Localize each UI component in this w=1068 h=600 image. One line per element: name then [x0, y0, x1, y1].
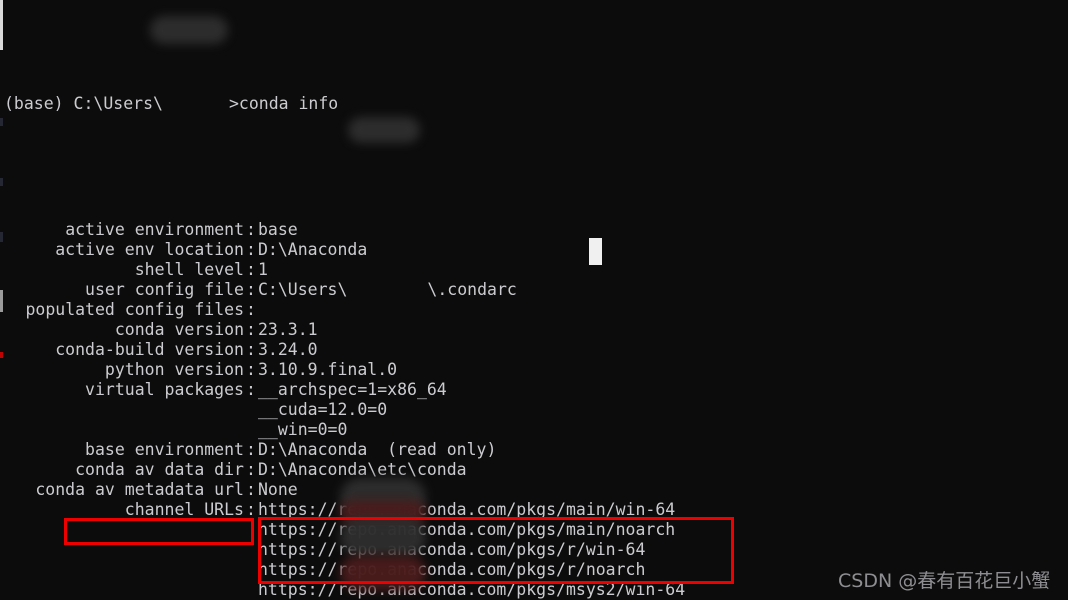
info-separator: : [246, 360, 256, 379]
window-edge-artifact [0, 178, 3, 186]
terminal-output: (base) C:\Users\ >conda info active envir… [4, 14, 1064, 600]
info-value: __win=0=0 [258, 420, 348, 439]
info-value: 1 [258, 260, 268, 279]
info-value: D:\Anaconda (read only) [258, 440, 497, 459]
info-label: active environment [65, 220, 244, 239]
info-row: user config file: C:\Users\ \.condarc [4, 280, 1064, 300]
info-label: active env location [55, 240, 244, 259]
terminal-window[interactable]: (base) C:\Users\ >conda info active envir… [0, 0, 1068, 600]
info-separator: : [246, 480, 256, 499]
info-label: base environment [85, 440, 244, 459]
info-label: channel URLs [124, 500, 244, 519]
conda-info-entries: active environment: base active env locati… [4, 220, 1064, 600]
info-separator: : [246, 240, 256, 259]
info-value: __archspec=1=x86_64 [258, 380, 447, 399]
info-label: user config file [85, 280, 244, 299]
info-label: conda-build version [55, 340, 244, 359]
info-label: virtual packages [85, 380, 244, 399]
info-value: 3.10.9.final.0 [258, 360, 398, 379]
info-row: active environment: base [4, 220, 1064, 240]
info-label: conda version [114, 320, 244, 339]
prompt-env: (base) [4, 94, 74, 113]
info-row-continuation: https://repo.anaconda.com/pkgs/r/win-64 [4, 540, 1064, 560]
info-row-continuation: __cuda=12.0=0 [4, 400, 1064, 420]
info-value: base [258, 220, 298, 239]
info-row: base environment: D:\Anaconda (read only) [4, 440, 1064, 460]
window-edge-artifact [0, 232, 3, 242]
info-row: conda-build version:3.24.0 [4, 340, 1064, 360]
info-separator: : [246, 260, 256, 279]
info-row: shell level:1 [4, 260, 1064, 280]
info-separator: : [246, 320, 256, 339]
window-edge-artifact [0, 0, 3, 50]
info-row: populated config files: [4, 300, 1064, 320]
info-separator: : [246, 300, 256, 319]
info-value: C:\Users\ [258, 280, 348, 299]
window-edge-artifact [0, 118, 3, 126]
info-value: 3.24.0 [258, 340, 318, 359]
info-row: virtual packages: __archspec=1=x86_64 [4, 380, 1064, 400]
info-value: D:\Anaconda [258, 240, 368, 259]
info-value: 23.3.1 [258, 320, 318, 339]
info-value: None [258, 480, 298, 499]
info-value: __cuda=12.0=0 [258, 400, 388, 419]
info-row-continuation: __win=0=0 [4, 420, 1064, 440]
info-value: https://repo.anaconda.com/pkgs/msys2/win… [258, 580, 686, 599]
info-value: https://repo.anaconda.com/pkgs/main/noar… [258, 520, 676, 539]
info-separator: : [246, 380, 256, 399]
info-separator: : [246, 500, 256, 519]
info-separator: : [246, 220, 256, 239]
info-row-continuation: https://repo.anaconda.com/pkgs/main/noar… [4, 520, 1064, 540]
info-value: https://repo.anaconda.com/pkgs/main/win-… [258, 500, 676, 519]
command-prompt-line: (base) C:\Users\ >conda info [4, 94, 1064, 114]
window-edge-artifact [0, 352, 3, 358]
info-row: conda av data dir: D:\Anaconda\etc\conda [4, 460, 1064, 480]
info-label: populated config files [25, 300, 244, 319]
info-value: https://repo.anaconda.com/pkgs/r/win-64 [258, 540, 646, 559]
info-value: https://repo.anaconda.com/pkgs/r/noarch [258, 560, 646, 579]
info-label: shell level [134, 260, 244, 279]
info-separator: : [246, 340, 256, 359]
prompt-command: conda info [238, 94, 339, 113]
info-separator: : [246, 460, 256, 479]
info-label: conda av data dir [75, 460, 244, 479]
info-row: python version:3.10.9.final.0 [4, 360, 1064, 380]
info-label: conda av metadata url [35, 480, 244, 499]
info-value: D:\Anaconda\etc\conda [258, 460, 467, 479]
csdn-watermark: CSDN @春有百花巨小蟹 [838, 570, 1051, 592]
info-separator: : [246, 280, 256, 299]
text-cursor [589, 238, 602, 265]
info-row: conda version:23.3.1 [4, 320, 1064, 340]
info-separator: : [246, 440, 256, 459]
prompt-path-suffix: > [228, 94, 239, 113]
info-row: channel URLs: https://repo.anaconda.com/p… [4, 500, 1064, 520]
info-label: python version [104, 360, 244, 379]
prompt-path-prefix: C:\Users\ [73, 94, 163, 113]
window-edge-artifact [0, 290, 3, 312]
info-row: conda av metadata url: None [4, 480, 1064, 500]
info-value-tail: \.condarc [427, 280, 517, 299]
info-row: active env location: D:\Anaconda [4, 240, 1064, 260]
